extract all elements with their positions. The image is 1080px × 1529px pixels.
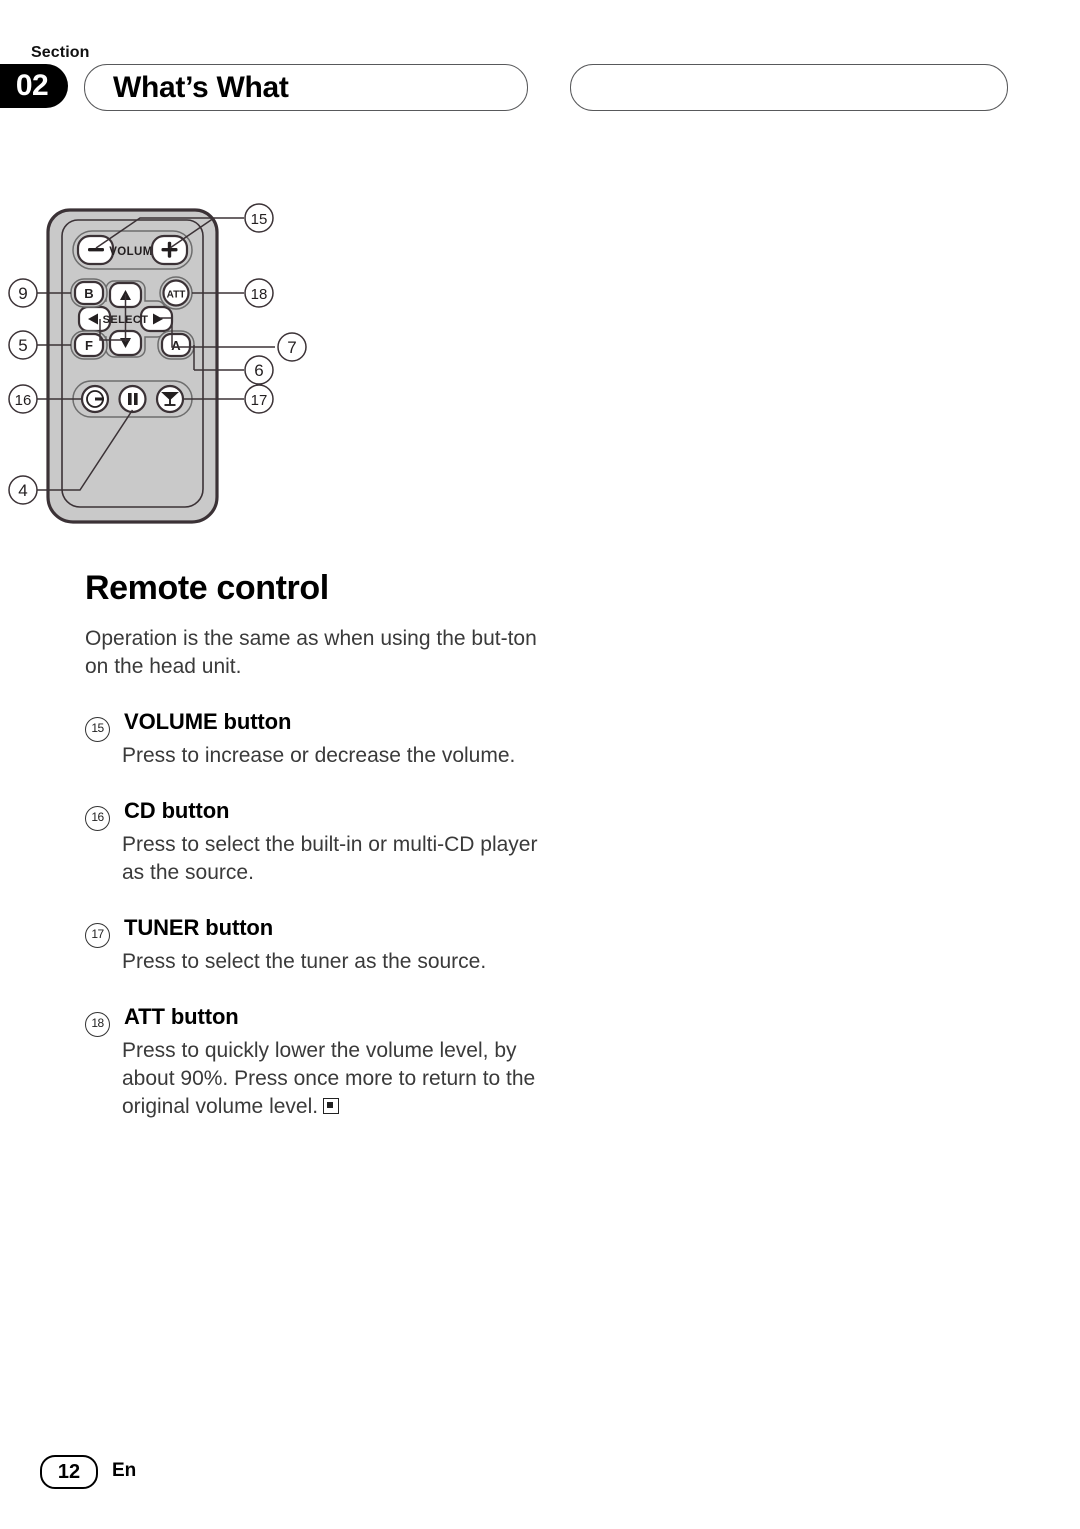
button-b[interactable]: B [70, 278, 108, 308]
svg-text:18: 18 [251, 286, 268, 303]
button-a[interactable]: A [157, 330, 195, 360]
svg-text:F: F [85, 338, 93, 353]
volume-button-group[interactable]: VOLUME [72, 230, 193, 270]
intro-paragraph: Operation is the same as when using the … [85, 627, 537, 679]
entry-number-badge: 16 [85, 806, 110, 832]
entry-description: Press to select the built-in or multi-CD… [122, 833, 538, 885]
remote-control-figure: .bdy { fill:#c9c9c9; stroke:#3b3236; str… [0, 190, 560, 560]
chapter-title: What’s What [113, 70, 289, 104]
header-right-pill [570, 64, 1008, 111]
content-column: Remote control Operation is the same as … [85, 569, 555, 1121]
att-button[interactable]: ATT [159, 276, 193, 310]
list-item: 15 VOLUME button Press to increase or de… [85, 709, 555, 770]
svg-text:6: 6 [254, 361, 263, 380]
svg-text:A: A [171, 338, 181, 353]
end-of-section-marker [323, 1098, 340, 1115]
svg-text:5: 5 [18, 336, 27, 355]
svg-text:17: 17 [251, 392, 268, 409]
remote-control-illustration: .bdy { fill:#c9c9c9; stroke:#3b3236; str… [8, 203, 307, 524]
language-code: En [112, 1460, 137, 1481]
page-title: Remote control [85, 569, 329, 607]
page-number-badge: 12 [40, 1455, 98, 1489]
svg-text:9: 9 [18, 284, 27, 303]
att-label: ATT [167, 290, 186, 301]
entry-number-badge: 15 [85, 717, 110, 743]
svg-text:7: 7 [287, 338, 296, 357]
button-f[interactable]: F [70, 330, 108, 360]
tuner-button[interactable] [155, 384, 185, 414]
entry-number-badge: 17 [85, 923, 110, 949]
svg-text:15: 15 [251, 211, 268, 228]
section-label: Section [31, 44, 90, 61]
svg-text:4: 4 [18, 481, 27, 500]
list-item: 18 ATT button Press to quickly lower the… [85, 1004, 555, 1121]
cd-button[interactable] [80, 384, 110, 414]
svg-text:B: B [84, 286, 93, 301]
page-header: Section 02 What’s What [0, 0, 1080, 130]
source-button-row[interactable] [72, 380, 193, 418]
list-item: 16 CD button Press to select the built-i… [85, 798, 555, 887]
entry-title: CD button [124, 798, 230, 824]
page-footer: 12 En [0, 1455, 1080, 1515]
entry-number-badge: 18 [85, 1012, 110, 1038]
entry-header: 16 CD button [85, 798, 555, 832]
svg-text:16: 16 [15, 392, 32, 409]
entry-header: 17 TUNER button [85, 915, 555, 949]
list-item: 17 TUNER button Press to select the tune… [85, 915, 555, 976]
chapter-title-pill: What’s What [84, 64, 528, 111]
entry-title: ATT button [124, 1004, 239, 1030]
entry-title: TUNER button [124, 915, 274, 941]
entry-description: Press to increase or decrease the volume… [122, 744, 516, 768]
entry-title: VOLUME button [124, 709, 292, 735]
entry-description: Press to select the tuner as the source. [122, 950, 487, 974]
pause-icon [128, 393, 132, 405]
pause-button[interactable] [118, 384, 147, 414]
entry-header: 18 ATT button [85, 1004, 555, 1038]
entry-header: 15 VOLUME button [85, 709, 555, 743]
section-number-badge: 02 [0, 64, 68, 108]
entry-description: Press to quickly lower the volume level,… [122, 1037, 555, 1121]
